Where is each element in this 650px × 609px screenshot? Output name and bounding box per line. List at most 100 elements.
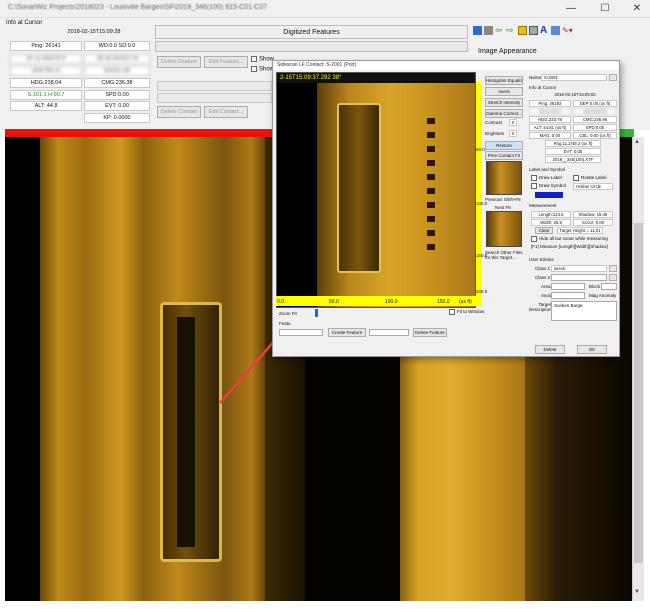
minimize-button[interactable]: — xyxy=(556,1,586,17)
user-entries-header: User Entries xyxy=(529,257,554,262)
table-icon[interactable] xyxy=(529,26,538,35)
search-other-files-link[interactable]: Search Other Files for this Target... xyxy=(485,250,525,260)
class2-browse-button[interactable] xyxy=(609,274,617,281)
next-label[interactable]: Next F8 xyxy=(495,205,511,210)
info-lat: 36 12.345678 N xyxy=(10,54,82,64)
contrast-value[interactable]: 0 xyxy=(509,119,517,126)
rotate-label-checkbox[interactable] xyxy=(573,175,579,181)
form-cmg: CMG:236.96 xyxy=(573,116,617,123)
text-a-icon[interactable]: A xyxy=(540,26,549,36)
class2-field[interactable] xyxy=(551,274,607,281)
form-file: 2018__346(100).XTF xyxy=(545,156,601,163)
image-appearance-header: Image Appearance xyxy=(478,48,537,55)
info-kp: KP: 0.0000 xyxy=(84,113,150,123)
form-lat: 36 12.34 N xyxy=(529,108,571,115)
fit-window-label: Fit to Window xyxy=(457,309,485,315)
name-label: Name xyxy=(529,75,542,80)
vertical-scrollbar[interactable]: ▲ ▼ xyxy=(632,137,644,601)
feature-layer-select[interactable] xyxy=(369,329,409,336)
clear-button[interactable]: Clear xyxy=(535,227,553,234)
sonar-timestamp: 2-15T15:09:37.292 38° xyxy=(277,73,475,83)
class1-browse-button[interactable] xyxy=(609,265,617,272)
block-field[interactable] xyxy=(601,283,617,290)
fit-window-checkbox[interactable] xyxy=(449,309,455,315)
stretch-button[interactable]: Stretch Intensity xyxy=(485,98,523,107)
label-symbol-header: Label and Symbol xyxy=(529,167,566,172)
draw-symbol-checkbox[interactable] xyxy=(531,183,537,189)
info-lon: -85 45.654321 W xyxy=(84,54,150,64)
arrow-left-icon[interactable]: ⇦ xyxy=(495,26,504,35)
target-height-select[interactable]: Target Height = 11.01 xyxy=(557,227,603,234)
form-cbl: CBL: 0.00 (us ft) xyxy=(573,132,617,139)
symbol-color-swatch[interactable] xyxy=(535,192,563,198)
contact-sonar-image[interactable]: 2-15T15:09:37.292 38° xyxy=(276,72,476,308)
delete-contact-button[interactable]: Delete Contact xyxy=(157,106,201,118)
zoom-slider[interactable] xyxy=(315,309,318,317)
delete-feature-button[interactable]: Delete Feature xyxy=(157,56,201,68)
brightness-label: Brightnes xyxy=(485,131,505,136)
brightness-value[interactable]: 0 xyxy=(509,130,517,137)
info-ping: Ping: 26141 xyxy=(10,41,82,51)
mag-anomaly-label: Mag Anomaly xyxy=(589,293,617,298)
scroll-up-icon[interactable]: ▲ xyxy=(634,139,640,145)
delete-contact-dialog-button[interactable]: Delete xyxy=(535,345,565,354)
area-label: Area xyxy=(541,284,551,289)
scroll-down-icon[interactable]: ▼ xyxy=(634,589,640,595)
ok-button[interactable]: OK xyxy=(577,345,607,354)
info-datetime: 2018-02-15T15:09:28 xyxy=(67,29,121,35)
prev-contact-button[interactable]: Prev Contact F2 xyxy=(485,151,523,160)
features-select[interactable] xyxy=(155,41,468,52)
restore-button[interactable]: Restore xyxy=(485,141,523,150)
draw-label-text: Draw Label xyxy=(539,175,562,181)
delete-feature-dialog-button[interactable]: Delete Feature xyxy=(413,328,447,337)
barge-shadow xyxy=(177,317,195,547)
contact-field[interactable] xyxy=(157,93,272,103)
digitized-features-header: Digitized Features xyxy=(155,25,468,39)
hide-all-checkbox[interactable] xyxy=(531,236,537,242)
close-button[interactable]: ✕ xyxy=(622,1,650,17)
print-icon[interactable] xyxy=(484,26,493,35)
save-icon[interactable] xyxy=(473,26,482,35)
x-unit: (us ft) xyxy=(459,299,472,305)
arrow-right-icon[interactable]: ⇨ xyxy=(506,26,515,35)
edit-feature-button[interactable]: Edit Feature... xyxy=(204,56,248,68)
histogram-button[interactable]: Histogram Equaliz xyxy=(485,76,523,85)
description-field[interactable]: Sunken Barge xyxy=(551,301,617,321)
measure-hint: [F1] Measure [Length][Width][Shadow] xyxy=(531,244,608,249)
scroll-thumb[interactable] xyxy=(634,223,643,563)
dialog-title: Sidescan LF Contact: S-2001 (Port) xyxy=(273,61,619,70)
folder-icon[interactable] xyxy=(518,26,527,35)
area-field[interactable] xyxy=(551,283,585,290)
name-browse-button[interactable] xyxy=(609,74,617,81)
feature-type-select[interactable] xyxy=(279,329,323,336)
draw-label-checkbox[interactable] xyxy=(531,175,537,181)
rotate-label-text: Rotate Label xyxy=(581,175,607,181)
name-field[interactable]: S-2001 xyxy=(541,74,607,81)
shadow-value: Shadow: 15.45 xyxy=(573,211,613,218)
invert-button[interactable]: Invert xyxy=(485,87,523,96)
gamma-button[interactable]: Gamma Correct... xyxy=(485,109,523,118)
info-spd: SPD:0.00 xyxy=(84,90,150,100)
create-feature-button[interactable]: Create Feature xyxy=(328,328,366,337)
prev-thumbnail[interactable] xyxy=(486,161,522,195)
info-cmg: CMG:236.38 xyxy=(84,78,150,88)
show-checkbox-1[interactable] xyxy=(251,56,257,62)
feature-label: Featu xyxy=(279,321,291,326)
tools-dropdown-icon[interactable]: ✎▾ xyxy=(562,26,573,35)
x-tick: 100.0 xyxy=(385,299,398,305)
avoid-field[interactable] xyxy=(551,292,585,299)
symbol-select[interactable]: Hollow Circle xyxy=(573,183,613,190)
image-icon[interactable] xyxy=(551,26,560,35)
prev-shift-label[interactable]: Previous Shift+F8 xyxy=(485,197,521,202)
form-ping: Ping: 26192 xyxy=(529,100,571,107)
show-checkbox-2[interactable] xyxy=(251,66,257,72)
title-bar: C:\SonarWiz Projects\2018023 - Louisvill… xyxy=(0,0,650,18)
maximize-button[interactable]: ☐ xyxy=(590,1,620,17)
x-tick: 50.0 xyxy=(329,299,339,305)
contact-class-field[interactable] xyxy=(157,81,272,91)
next-thumbnail[interactable] xyxy=(486,211,522,247)
edit-contact-button[interactable]: Edit Contact... xyxy=(204,106,248,118)
info-s-h: S:101.1 H:90.7 xyxy=(10,90,82,100)
class1-field[interactable]: wreck xyxy=(551,265,607,272)
form-lon: -85 45.65 W xyxy=(573,108,617,115)
